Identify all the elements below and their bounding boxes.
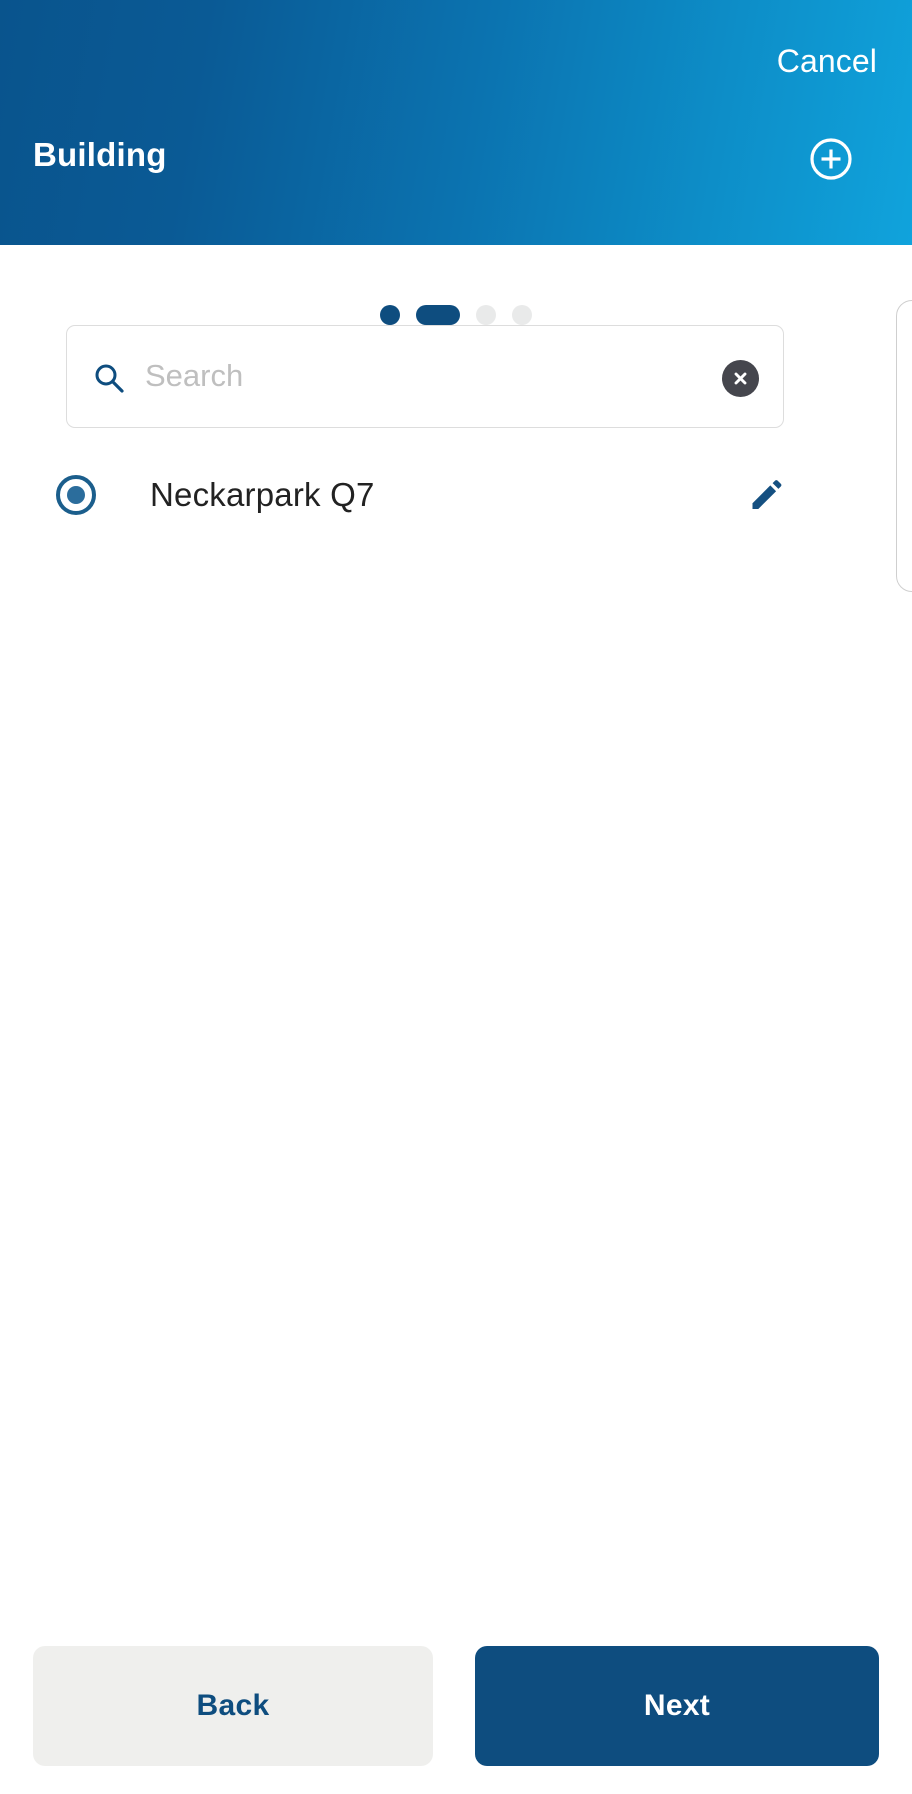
wizard-footer: Back Next (0, 1618, 912, 1794)
back-button[interactable]: Back (33, 1646, 433, 1766)
search-input[interactable] (145, 326, 705, 426)
radio-selected-icon[interactable] (56, 475, 96, 515)
building-list: Neckarpark Q7 (33, 450, 823, 540)
edit-building-button[interactable] (742, 472, 788, 518)
search-icon (93, 362, 125, 394)
page-title: Building (33, 136, 167, 173)
search-bar[interactable] (66, 325, 784, 428)
next-step-card-preview[interactable] (896, 300, 912, 592)
app-header: Cancel Building (0, 0, 912, 245)
pencil-icon (745, 475, 785, 515)
plus-circle-icon (808, 136, 854, 182)
list-item-label: Neckarpark Q7 (150, 476, 375, 513)
next-button[interactable]: Next (475, 1646, 879, 1766)
building-step-panel: Neckarpark Q7 (33, 245, 823, 1505)
content-area: Neckarpark Q7 Back Next (0, 245, 912, 1794)
search-clear-button[interactable] (722, 360, 759, 397)
building-selection-screen: Cancel Building Search Neckarpark Q7 Bac… (0, 0, 912, 1794)
add-building-button[interactable] (808, 136, 854, 182)
list-item[interactable]: Neckarpark Q7 (33, 450, 823, 540)
cancel-button[interactable]: Cancel (775, 36, 879, 86)
close-circle-icon (731, 369, 750, 388)
